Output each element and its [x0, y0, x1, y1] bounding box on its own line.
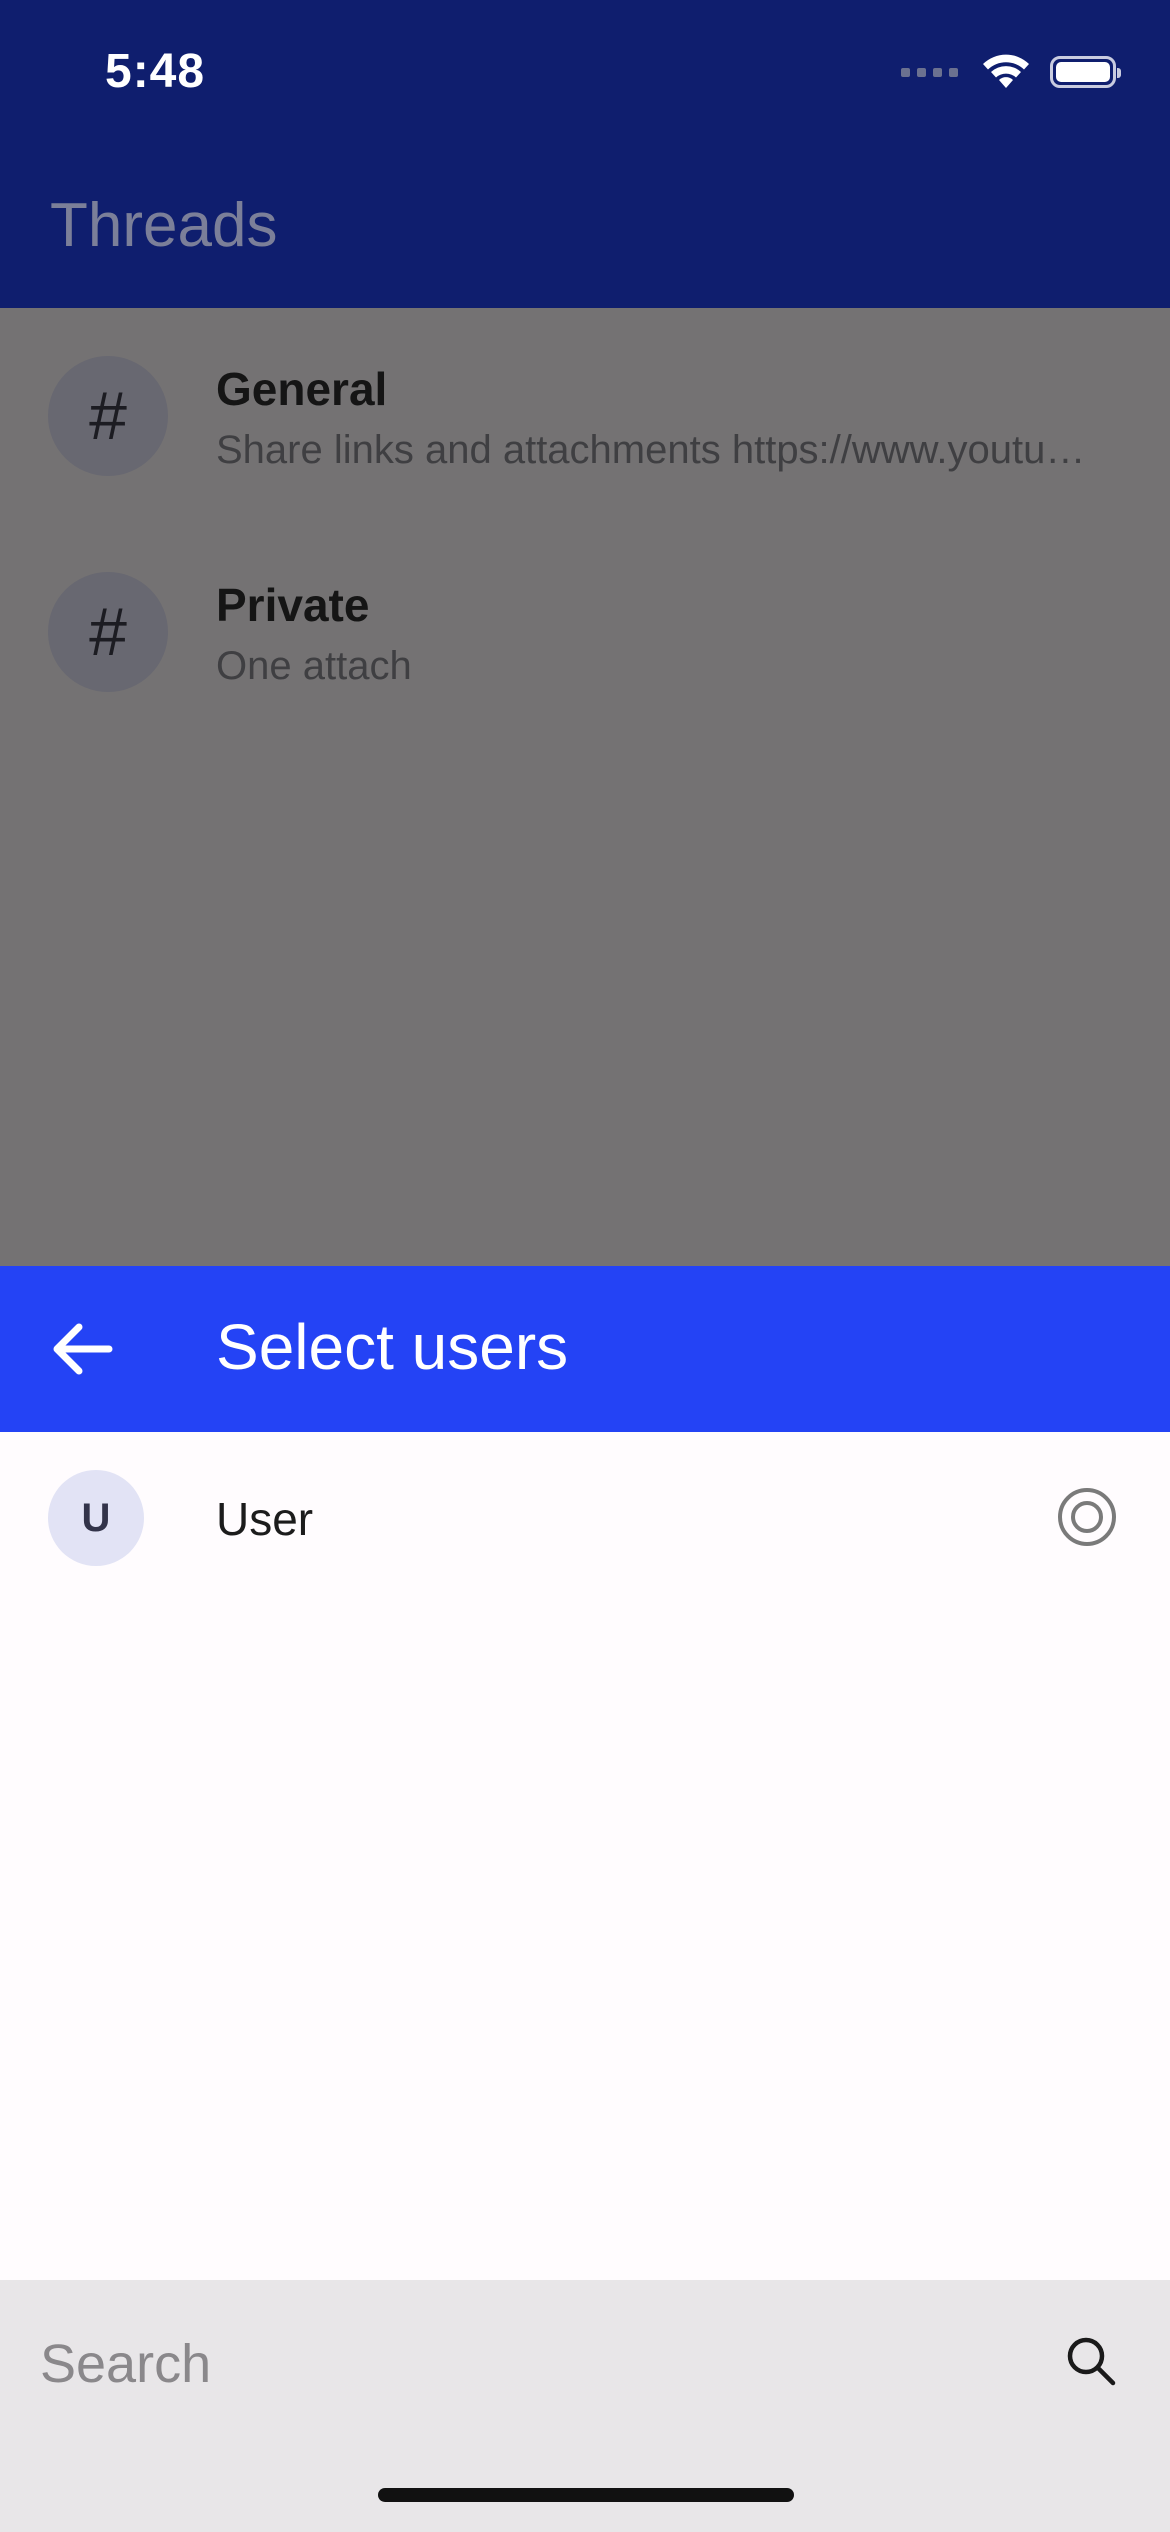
thread-item-private[interactable]: # Private One attach [0, 534, 1170, 734]
search-bar [0, 2280, 1170, 2532]
home-indicator [378, 2488, 794, 2502]
arrow-left-icon [53, 1323, 113, 1375]
wifi-icon [983, 54, 1029, 88]
radio-button-icon[interactable] [1058, 1488, 1116, 1546]
user-list-item[interactable]: U User [0, 1432, 1170, 1604]
thread-title: General [216, 363, 388, 415]
status-time: 5:48 [105, 45, 206, 98]
thread-title: Private [216, 579, 370, 631]
app-bar: 5:48 Threads [0, 0, 1170, 308]
screen: 5:48 Threads # General Share links and a… [0, 0, 1170, 2532]
status-icons [901, 54, 1121, 90]
sheet-title: Select users [216, 1311, 569, 1383]
user-list: U User [0, 1432, 1170, 2280]
battery-icon [1050, 56, 1121, 88]
user-name: User [216, 1493, 314, 1545]
back-button[interactable] [46, 1312, 120, 1386]
sheet-header: Select users [0, 1266, 1170, 1432]
thread-subtitle: One attach [216, 644, 412, 688]
page-title: Threads [50, 191, 278, 260]
search-icon[interactable] [1056, 2326, 1126, 2396]
hash-icon: # [48, 356, 168, 476]
thread-item-general[interactable]: # General Share links and attachments ht… [0, 318, 1170, 518]
cellular-signal-icon [901, 67, 958, 77]
thread-subtitle: Share links and attachments https://www.… [216, 428, 1106, 472]
search-input[interactable] [40, 2324, 1020, 2404]
hash-icon: # [48, 572, 168, 692]
avatar: U [48, 1470, 144, 1566]
